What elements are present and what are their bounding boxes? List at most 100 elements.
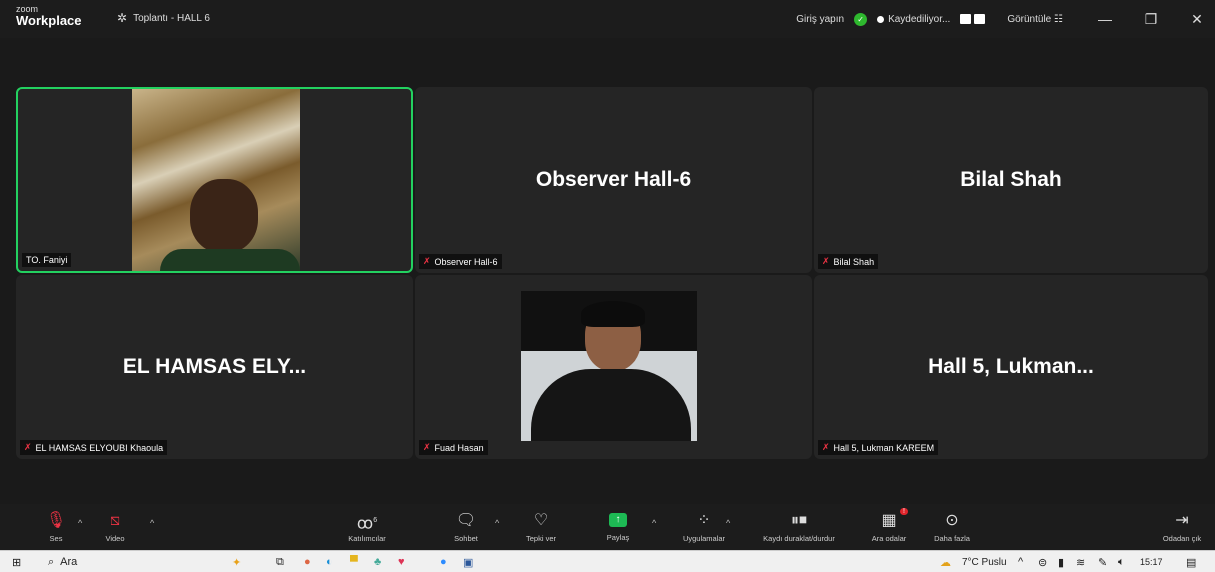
security-shield-icon[interactable]: ✓ bbox=[854, 12, 868, 26]
heart-icon: ♡ bbox=[533, 511, 549, 529]
audio-label: Ses bbox=[49, 533, 63, 543]
participant-shirt bbox=[160, 249, 300, 271]
edge-browser-icon[interactable]: ◐ bbox=[326, 554, 333, 570]
titlebar-right: Giriş yapın ✓ Kaydediliyor... Görüntüle … bbox=[786, 0, 1215, 38]
app-icon-1[interactable]: ● bbox=[304, 554, 311, 570]
tray-chevron-icon[interactable]: ^ bbox=[1018, 554, 1023, 570]
tray-app-icon[interactable]: ⊜ bbox=[1038, 554, 1047, 570]
minimize-button[interactable]: — bbox=[1087, 11, 1123, 27]
stop-recording-icon[interactable] bbox=[974, 14, 986, 24]
participant-name: Observer Hall-6 bbox=[434, 256, 498, 267]
task-view-icon[interactable]: ⧉ bbox=[276, 554, 284, 570]
leave-room-button[interactable]: ⇥ Odadan çık bbox=[1155, 504, 1209, 550]
video-tile-5[interactable]: Hall 5, Lukman... ✗ Hall 5, Lukman KAREE… bbox=[814, 275, 1208, 459]
mic-muted-icon: ✗ bbox=[822, 442, 830, 452]
participant-name-label: ✗ Fuad Hasan bbox=[419, 440, 488, 455]
participant-name-label: ✗ EL HAMSAS ELYOUBI Khaoula bbox=[20, 440, 168, 455]
video-options-caret-icon[interactable]: ^ bbox=[150, 518, 154, 528]
restore-button[interactable]: ❐ bbox=[1133, 11, 1169, 28]
participant-video bbox=[521, 291, 697, 441]
app-icon-3[interactable]: ♥ bbox=[398, 554, 405, 570]
participant-name-label: ✗ Hall 5, Lukman KAREEM bbox=[818, 440, 939, 455]
volume-icon[interactable]: 🔈︎ bbox=[1118, 554, 1125, 570]
recording-controls bbox=[960, 14, 986, 24]
weather-label[interactable]: 7°C Puslu bbox=[962, 554, 1007, 570]
recording-dot-icon bbox=[877, 15, 885, 23]
share-button[interactable]: ↑ Paylaş bbox=[598, 504, 638, 550]
word-taskbar-icon[interactable]: ▣ bbox=[463, 554, 473, 570]
file-explorer-icon[interactable]: ▀ bbox=[350, 554, 358, 570]
share-screen-icon: ↑ bbox=[609, 512, 627, 527]
view-button[interactable]: Görüntüle ☷ bbox=[1007, 14, 1063, 25]
participant-name-label: ✗ Observer Hall-6 bbox=[419, 254, 502, 269]
close-button[interactable]: ✕ bbox=[1179, 11, 1215, 28]
chat-options-caret-icon[interactable]: ^ bbox=[495, 518, 499, 528]
react-label: Tepki ver bbox=[525, 533, 556, 543]
zoom-logo: zoom Workplace bbox=[16, 5, 82, 28]
participant-name: Bilal Shah bbox=[833, 256, 875, 267]
windows-start-icon[interactable]: ⊞ bbox=[12, 554, 21, 570]
breakout-notification-badge: ! bbox=[900, 508, 908, 515]
recording-indicator: Kaydediliyor... bbox=[877, 14, 950, 25]
breakout-rooms-icon: ▦ bbox=[881, 511, 897, 529]
meeting-title: Toplantı - HALL 6 bbox=[133, 12, 210, 24]
record-label: Kaydı duraklat/durdur bbox=[763, 533, 835, 543]
participant-display-name: EL HAMSAS ELY... bbox=[122, 355, 307, 378]
apps-icon: ⁘ bbox=[697, 511, 711, 529]
participant-name-label: ✗ Bilal Shah bbox=[818, 254, 879, 269]
clock-time[interactable]: 15:17 bbox=[1140, 554, 1163, 570]
mic-muted-icon: ✗ bbox=[24, 442, 32, 452]
pen-icon[interactable]: ✎ bbox=[1098, 554, 1107, 570]
more-label: Daha fazla bbox=[934, 533, 970, 543]
grid-view-icon: ☷ bbox=[1054, 13, 1063, 25]
video-label: Video bbox=[105, 533, 125, 543]
participant-name: Fuad Hasan bbox=[434, 442, 484, 453]
react-button[interactable]: ♡ Tepki ver bbox=[518, 504, 564, 550]
leave-room-icon: ⇥ bbox=[1175, 511, 1189, 529]
audio-button[interactable]: 🎙︎ Ses bbox=[38, 504, 74, 550]
participant-display-name: Observer Hall-6 bbox=[535, 168, 692, 191]
meeting-toolbar: 🎙︎ Ses ^ ⧅ Video ^ ꝏ6 Katılımcılar 🗨︎ So… bbox=[0, 504, 1215, 550]
more-icon: ⊙ bbox=[945, 511, 959, 529]
app-icon-2[interactable]: ♣ bbox=[374, 554, 381, 570]
video-tile-1[interactable]: Observer Hall-6 ✗ Observer Hall-6 bbox=[415, 87, 812, 273]
camera-off-icon: ⧅ bbox=[109, 511, 121, 529]
participant-display-name: Bilal Shah bbox=[960, 168, 1062, 191]
pause-recording-icon[interactable] bbox=[960, 14, 972, 24]
video-tile-3[interactable]: EL HAMSAS ELY... ✗ EL HAMSAS ELYOUBI Kha… bbox=[16, 275, 413, 459]
meeting-people-icon: ✲ bbox=[117, 11, 128, 25]
apps-options-caret-icon[interactable]: ^ bbox=[726, 518, 730, 528]
search-label: Ara bbox=[60, 556, 78, 568]
participant-name: Hall 5, Lukman KAREEM bbox=[833, 442, 935, 453]
participant-display-name: Hall 5, Lukman... bbox=[928, 355, 1094, 378]
participant-video bbox=[132, 89, 300, 271]
participant-name: EL HAMSAS ELYOUBI Khaoula bbox=[35, 442, 164, 453]
video-button[interactable]: ⧅ Video bbox=[92, 504, 138, 550]
title-bar: zoom Workplace ✲ Toplantı - HALL 6 Giriş… bbox=[0, 0, 1215, 38]
notifications-icon[interactable]: ▤ bbox=[1186, 554, 1196, 570]
participants-button[interactable]: ꝏ6 Katılımcılar bbox=[338, 504, 396, 550]
apps-label: Uygulamalar bbox=[682, 533, 726, 543]
breakout-label: Ara odalar bbox=[871, 533, 907, 543]
taskbar-search[interactable]: ⌕ Ara bbox=[48, 554, 208, 570]
share-options-caret-icon[interactable]: ^ bbox=[652, 518, 656, 528]
mic-muted-icon: ✗ bbox=[423, 442, 431, 452]
audio-options-caret-icon[interactable]: ^ bbox=[78, 518, 82, 528]
pause-stop-record-icon: ⏸⏹ bbox=[790, 511, 807, 529]
video-tile-4[interactable]: ✗ Fuad Hasan bbox=[415, 275, 812, 459]
participants-icon: ꝏ6 bbox=[356, 514, 378, 532]
mic-muted-icon: ✗ bbox=[822, 256, 830, 266]
search-icon: ⌕ bbox=[48, 555, 55, 568]
zoom-taskbar-icon[interactable]: ● bbox=[440, 554, 447, 570]
more-button[interactable]: ⊙ Daha fazla bbox=[922, 504, 982, 550]
sign-in-link[interactable]: Giriş yapın bbox=[796, 14, 844, 25]
meeting-title-area[interactable]: ✲ Toplantı - HALL 6 bbox=[117, 11, 210, 25]
video-tile-0[interactable]: TO. Faniyi bbox=[16, 87, 413, 273]
chat-button[interactable]: 🗨︎ Sohbet bbox=[443, 504, 489, 550]
video-tile-2[interactable]: Bilal Shah ✗ Bilal Shah bbox=[814, 87, 1208, 273]
participant-name-label: TO. Faniyi bbox=[22, 253, 72, 267]
chat-icon: 🗨︎ bbox=[455, 511, 477, 529]
record-controls-button[interactable]: ⏸⏹ Kaydı duraklat/durdur bbox=[745, 504, 853, 550]
network-icon[interactable]: ≋ bbox=[1076, 554, 1085, 570]
chat-label: Sohbet bbox=[454, 533, 478, 543]
